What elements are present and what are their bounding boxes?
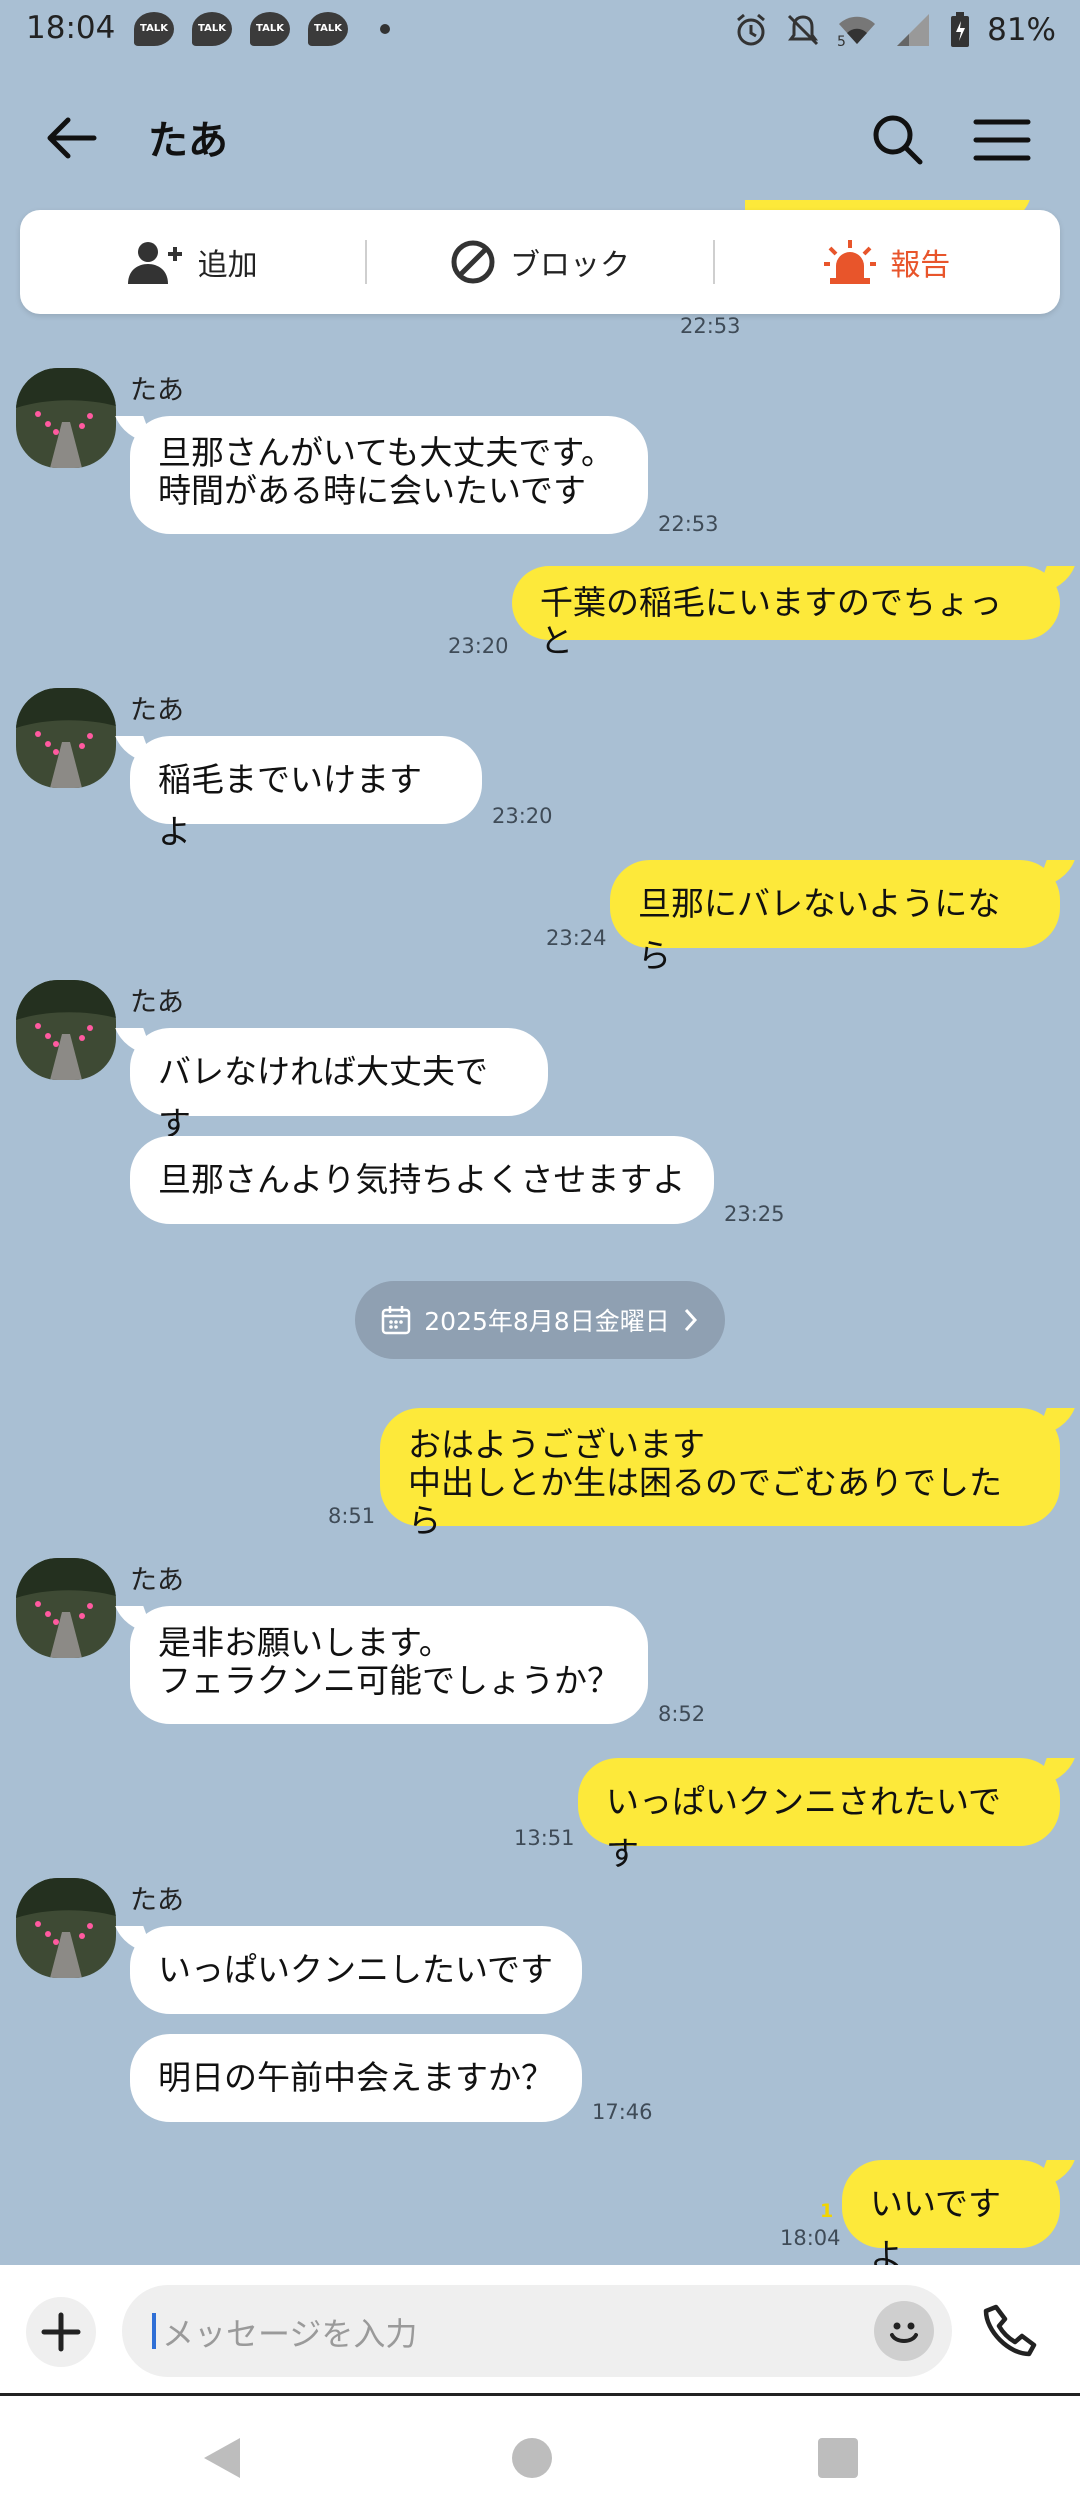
phone-icon bbox=[983, 2304, 1037, 2357]
message-bubble-incoming[interactable]: 明日の午前中会えますか？ bbox=[130, 2034, 582, 2122]
search-button[interactable] bbox=[866, 108, 930, 172]
message-time: 13:51 bbox=[514, 1826, 575, 1850]
date-separator[interactable]: 2025年8月8日金曜日 bbox=[355, 1281, 725, 1359]
chat-title: たあ bbox=[148, 118, 228, 164]
message-input-bar: メッセージを入力 bbox=[0, 2265, 1080, 2395]
chat-header: たあ bbox=[0, 70, 1080, 200]
message-bubble-incoming[interactable]: 是非お願いします。 フェラクンニ可能でしょうか？ bbox=[130, 1606, 648, 1724]
message-time: 17:46 bbox=[592, 2100, 653, 2124]
emoji-icon bbox=[890, 2322, 918, 2343]
message-time: 23:20 bbox=[492, 804, 553, 828]
message-time: 18:04 bbox=[780, 2226, 841, 2250]
message-time: 8:51 bbox=[328, 1504, 376, 1528]
nav-home-button[interactable] bbox=[512, 2438, 552, 2478]
block-icon bbox=[451, 240, 495, 284]
nav-back-icon bbox=[204, 2438, 240, 2478]
message-input-placeholder: メッセージを入力 bbox=[162, 2315, 418, 2353]
message-input[interactable]: メッセージを入力 bbox=[122, 2285, 952, 2377]
contact-avatar[interactable] bbox=[16, 1878, 116, 1978]
message-bubble-incoming[interactable]: 稲毛までいけますよ bbox=[130, 736, 482, 851]
call-button[interactable] bbox=[974, 2295, 1046, 2367]
emoji-button[interactable] bbox=[874, 2301, 934, 2361]
message-bubble-incoming[interactable]: 旦那さんより気持ちよくさせますよ bbox=[130, 1136, 714, 1224]
sender-name: たあ bbox=[130, 375, 184, 406]
sender-name: たあ bbox=[130, 695, 184, 726]
system-nav-bar bbox=[0, 2396, 1080, 2520]
chat-area[interactable]: 22:53 たあ 旦那さんがいても大丈夫です。 時間がある時に会いたいです 22… bbox=[0, 0, 1080, 2275]
message-time: 23:20 bbox=[448, 634, 509, 658]
block-label: ブロック bbox=[509, 248, 630, 283]
nav-back-button[interactable] bbox=[200, 2434, 244, 2482]
block-button[interactable]: ブロック bbox=[367, 210, 712, 314]
sender-name: たあ bbox=[130, 1885, 184, 1916]
report-button[interactable]: 報告 bbox=[715, 210, 1060, 314]
text-caret bbox=[152, 2313, 156, 2349]
read-count: 1 bbox=[820, 2200, 834, 2222]
contact-avatar[interactable] bbox=[16, 1558, 116, 1658]
message-bubble-incoming[interactable]: いっぱいクンニしたいです bbox=[130, 1926, 582, 2014]
add-friend-button[interactable]: 追加 bbox=[20, 210, 365, 314]
nav-recents-button[interactable] bbox=[818, 2438, 858, 2478]
back-arrow-icon bbox=[47, 117, 97, 159]
message-time: 22:53 bbox=[658, 512, 719, 536]
siren-icon bbox=[824, 240, 877, 284]
message-bubble-outgoing[interactable]: おはようございます 中出しとか生は困るのでごむありでしたら bbox=[380, 1408, 1060, 1540]
message-bubble-outgoing[interactable]: 旦那にバレないようになら bbox=[610, 860, 1060, 975]
message-bubble-incoming[interactable]: 旦那さんがいても大丈夫です。 時間がある時に会いたいです bbox=[130, 416, 648, 534]
search-icon bbox=[873, 115, 923, 165]
add-label: 追加 bbox=[197, 248, 258, 283]
plus-icon bbox=[41, 2312, 81, 2352]
chevron-right-icon bbox=[684, 1308, 697, 1332]
sender-name: たあ bbox=[130, 987, 184, 1018]
date-label: 2025年8月8日金曜日 bbox=[424, 1307, 670, 1336]
calendar-icon bbox=[382, 1306, 411, 1335]
message-bubble-outgoing[interactable]: 千葉の稲毛にいますのでちょっと bbox=[512, 566, 1060, 660]
message-time: 22:53 bbox=[680, 314, 741, 338]
attach-button[interactable] bbox=[26, 2297, 96, 2367]
hamburger-menu-icon bbox=[973, 119, 1031, 161]
action-bar: 追加 ブロック 報告 bbox=[20, 210, 1060, 314]
add-friend-icon bbox=[127, 242, 182, 284]
message-time: 23:25 bbox=[724, 1202, 785, 1226]
back-button[interactable] bbox=[40, 106, 104, 170]
contact-avatar[interactable] bbox=[16, 688, 116, 788]
message-bubble-outgoing[interactable]: いっぱいクンニされたいです bbox=[578, 1758, 1060, 1873]
contact-avatar[interactable] bbox=[16, 368, 116, 468]
report-label: 報告 bbox=[890, 248, 951, 283]
message-time: 8:52 bbox=[658, 1702, 706, 1726]
message-bubble-incoming[interactable]: バレなければ大丈夫です bbox=[130, 1028, 548, 1143]
sender-name: たあ bbox=[130, 1565, 184, 1596]
menu-button[interactable] bbox=[970, 108, 1034, 172]
message-bubble-outgoing[interactable]: いいですよ bbox=[842, 2160, 1060, 2275]
contact-avatar[interactable] bbox=[16, 980, 116, 1080]
message-time: 23:24 bbox=[546, 926, 607, 950]
